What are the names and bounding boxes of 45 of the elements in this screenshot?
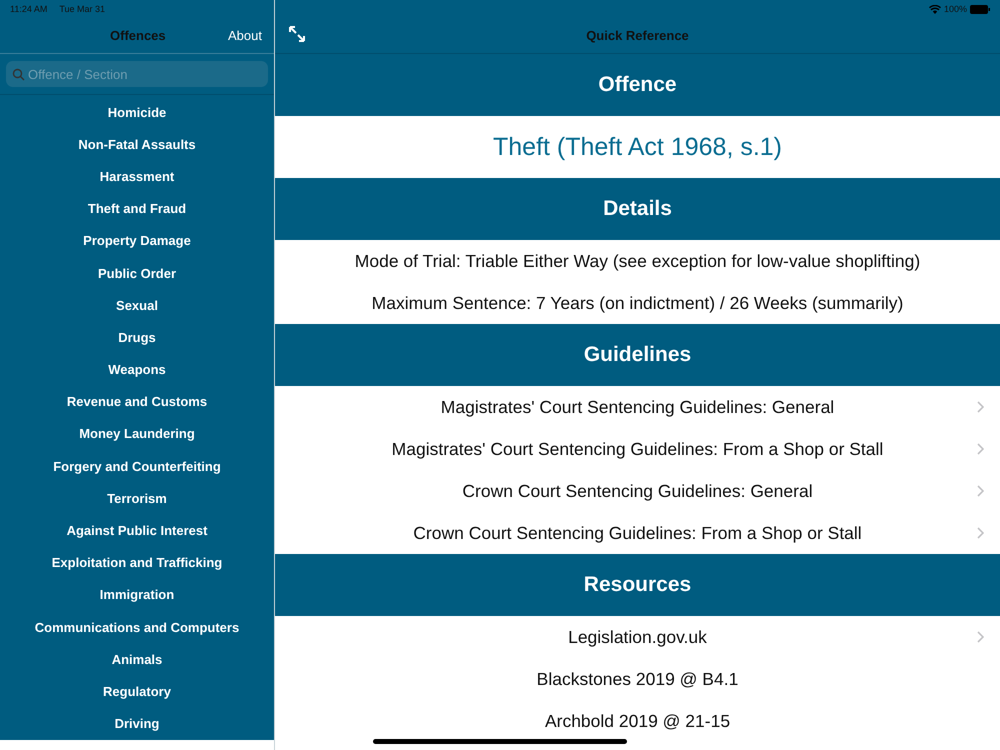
sidebar-item[interactable]: Homicide bbox=[0, 96, 274, 128]
detail-text: Mode of Trial: Triable Either Way (see exception for low-value shoplifting) bbox=[354, 250, 920, 272]
sidebar-item[interactable]: Weapons bbox=[0, 354, 274, 386]
section-header: Guidelines bbox=[275, 324, 1000, 386]
sidebar-item[interactable]: Communications and Computers bbox=[0, 611, 274, 644]
battery-percent: 100% bbox=[944, 4, 967, 14]
sidebar-item[interactable]: Animals bbox=[0, 643, 274, 676]
sidebar-title: Offences bbox=[110, 28, 166, 43]
search-icon bbox=[12, 68, 25, 80]
sidebar-item[interactable]: Theft and Fraud bbox=[0, 192, 274, 225]
detail-text: Archbold 2019 @ 21-15 bbox=[544, 710, 730, 732]
expand-button[interactable] bbox=[287, 24, 307, 44]
search-field[interactable]: Offence / Section bbox=[6, 61, 268, 87]
about-link[interactable]: About bbox=[228, 28, 262, 43]
sidebar-item[interactable]: Against Public Interest bbox=[0, 514, 274, 547]
resource-link[interactable]: Magistrates' Court Sentencing Guidelines: General bbox=[440, 396, 834, 418]
resource-link[interactable]: Crown Court Sentencing Guidelines: General bbox=[462, 480, 813, 502]
wifi-icon bbox=[928, 4, 941, 14]
sidebar-item[interactable]: Immigration bbox=[0, 578, 274, 611]
resource-link[interactable]: Magistrates' Court Sentencing Guidelines: From a Shop or Stall bbox=[392, 438, 884, 460]
offence-name: Theft (Theft Act 1968, s.1) bbox=[492, 132, 782, 162]
sidebar-item[interactable]: Sexual bbox=[0, 289, 274, 322]
sidebar-item[interactable]: Non-Fatal Assaults bbox=[0, 128, 274, 160]
section-header: Resources bbox=[275, 554, 1000, 616]
sidebar-item[interactable]: Public Order bbox=[0, 256, 274, 290]
page-title: Quick Reference bbox=[586, 28, 689, 43]
sidebar-item[interactable]: Regulatory bbox=[0, 675, 274, 708]
sidebar-item[interactable]: Harassment bbox=[0, 160, 274, 193]
sidebar-item[interactable]: Money Laundering bbox=[0, 418, 274, 450]
sidebar-item[interactable]: Terrorism bbox=[0, 482, 274, 514]
detail-text: Maximum Sentence: 7 Years (on indictment) / 26 Weeks (summarily) bbox=[372, 292, 904, 314]
sidebar-item[interactable]: Forgery and Counterfeiting bbox=[0, 450, 274, 482]
section-header: Details bbox=[275, 178, 1000, 240]
sidebar-item[interactable]: Revenue and Customs bbox=[0, 386, 274, 418]
sidebar-item[interactable]: Driving bbox=[0, 708, 274, 740]
battery-icon bbox=[970, 4, 990, 14]
sidebar-item[interactable]: Exploitation and Trafficking bbox=[0, 546, 274, 579]
section-header: Offence bbox=[275, 54, 1000, 116]
status-date: Tue Mar 31 bbox=[59, 4, 106, 14]
status-time: 11:24 AM bbox=[10, 4, 48, 14]
sidebar-item[interactable]: Property Damage bbox=[0, 224, 274, 257]
resource-link[interactable]: Legislation.gov.uk bbox=[568, 626, 707, 648]
resource-link[interactable]: Crown Court Sentencing Guidelines: From a Shop or Stall bbox=[413, 522, 862, 544]
detail-text: Blackstones 2019 @ B4.1 bbox=[536, 668, 738, 690]
sidebar-item[interactable]: Drugs bbox=[0, 321, 274, 354]
